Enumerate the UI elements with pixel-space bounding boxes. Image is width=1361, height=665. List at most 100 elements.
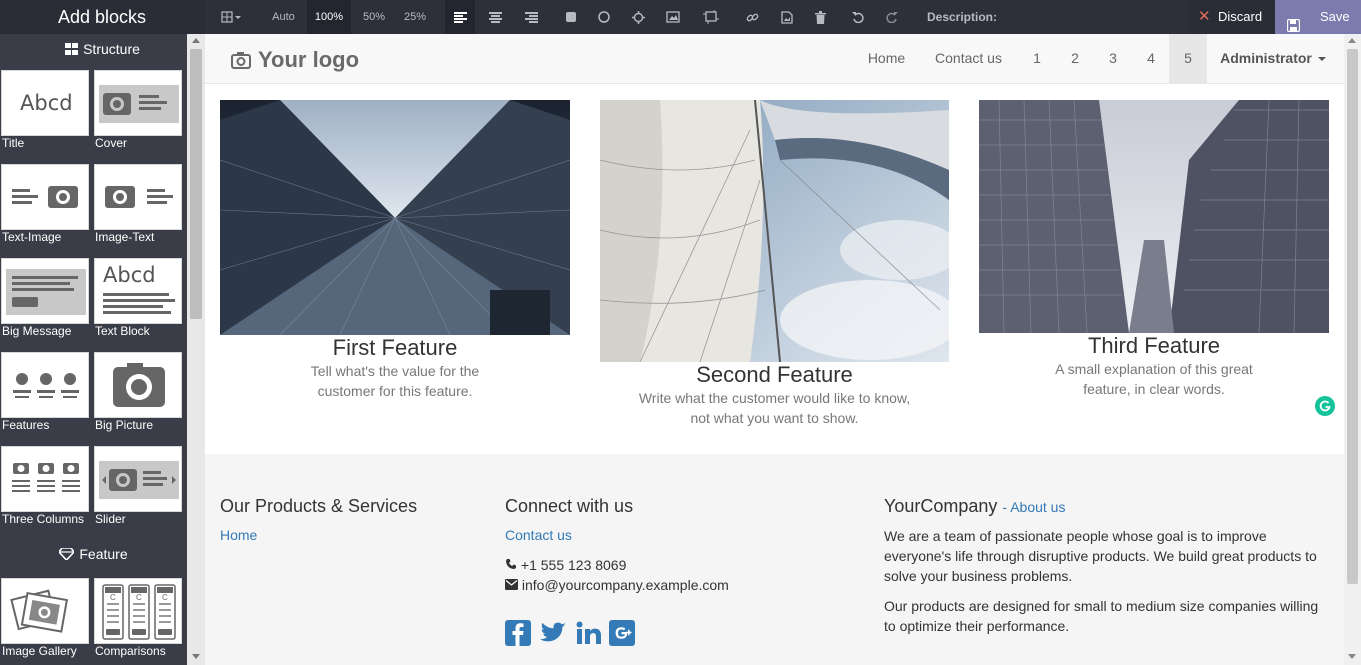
block-image-gallery[interactable]: Image Gallery [1,578,91,660]
size-auto-button[interactable]: Auto [266,0,301,34]
comparisons-thumb: C C C [94,578,182,644]
size-25-button[interactable]: 25% [397,0,433,34]
facebook-icon[interactable] [505,620,531,651]
grid-dropdown-icon [221,11,241,23]
block-title-label: Title [2,136,25,150]
delete-button[interactable] [805,0,835,34]
nav-page-5[interactable]: 5 [1169,34,1207,84]
footer-company: YourCompany - About us [884,496,1065,517]
size-50-button[interactable]: 50% [356,0,392,34]
scroll-down-arrow[interactable] [1348,654,1356,659]
camera-icon [231,49,251,75]
grammarly-icon[interactable] [1315,396,1335,416]
section-structure: Structure [0,34,205,68]
undo-button[interactable] [843,0,873,34]
feature-third-image[interactable] [979,100,1329,333]
nav-home[interactable]: Home [855,34,918,84]
block-image-text-label: Image-Text [95,230,155,244]
crop-button[interactable] [696,0,726,34]
redo-button[interactable] [877,0,907,34]
footer-phone: +1 555 123 8069 [505,555,626,575]
nav-contact-us[interactable]: Contact us [921,34,1016,84]
block-three-columns[interactable]: Three Columns [1,446,91,528]
grid-icon [65,35,79,65]
block-image-text[interactable]: Image-Text [94,164,184,246]
text-image-thumb [1,164,89,230]
block-cover[interactable]: Cover [94,70,184,152]
save-button[interactable]: Save [1275,0,1361,34]
twitter-icon[interactable] [539,620,567,651]
main-scrollbar[interactable] [1344,34,1361,665]
scroll-thumb[interactable] [190,49,202,319]
admin-menu[interactable]: Administrator [1213,34,1333,84]
nav-page-2[interactable]: 2 [1056,34,1094,84]
block-big-message[interactable]: Big Message [1,258,91,340]
feature-second-image[interactable] [600,100,949,362]
feature-first: First Feature Tell what's the value for … [220,100,570,400]
section-feature: Feature [0,539,187,573]
footer-about-paragraph-1: We are a team of passionate people whose… [884,526,1317,586]
grid-dropdown-button[interactable] [219,0,247,34]
panel-scrollbar[interactable] [187,34,205,665]
block-comparisons[interactable]: C C C Comparisons [94,578,184,660]
block-slider[interactable]: Slider [94,446,184,528]
envelope-icon [505,575,518,595]
block-big-picture[interactable]: Big Picture [94,352,184,434]
save-label: Save [1320,9,1350,24]
block-image-gallery-label: Image Gallery [2,644,77,658]
image-button[interactable] [658,0,688,34]
feature-third-desc: A small explanation of this great featur… [979,359,1329,399]
footer-home-link[interactable]: Home [220,527,257,543]
shape-square-button[interactable] [556,0,586,34]
block-three-columns-label: Three Columns [2,512,85,526]
align-center-button[interactable] [480,0,510,34]
feature-first-desc: Tell what's the value for the customer f… [220,361,570,401]
site-navbar: Your logo Home Contact us 1 2 3 4 5 Admi… [205,34,1344,84]
footer-connect-title: Connect with us [505,496,634,516]
shape-circle-button[interactable] [589,0,619,34]
feature-third: Third Feature A small explanation of thi… [979,100,1329,400]
undo-icon [852,12,864,24]
block-features[interactable]: Features [1,352,91,434]
site-logo[interactable]: Your logo [231,46,371,76]
footer-contact-link[interactable]: Contact us [505,527,572,543]
email-text: info@yourcompany.example.com [521,577,729,593]
block-text-image[interactable]: Text-Image [1,164,91,246]
align-left-button[interactable] [445,0,475,34]
feature-first-image[interactable] [220,100,570,335]
size-100-button[interactable]: 100% [307,0,351,34]
about-link[interactable]: - About us [1002,499,1065,515]
scroll-up-arrow[interactable] [192,38,200,43]
nav-page-4[interactable]: 4 [1132,34,1170,84]
footer-about-paragraph-2: Our products are designed for small to m… [884,596,1318,636]
scroll-up-arrow[interactable] [1348,38,1356,43]
discard-button[interactable]: ✕ Discard [1188,0,1275,34]
block-text-block[interactable]: Abcd Text Block [94,258,184,340]
align-right-button[interactable] [516,0,546,34]
media-button[interactable] [772,0,802,34]
block-comparisons-label: Comparisons [95,644,166,658]
feature-first-desc-line: Tell what's the value for the [310,363,480,379]
google-plus-icon[interactable] [609,620,635,651]
comparisons-thumb-glyph-3: C [162,593,168,602]
feature-second-desc: Write what the customer would like to kn… [600,388,949,428]
nav-page-1[interactable]: 1 [1018,34,1056,84]
block-title[interactable]: Abcd Title [1,70,91,152]
phone-text: +1 555 123 8069 [520,557,627,573]
features-thumb [1,352,89,418]
block-big-picture-label: Big Picture [95,418,154,432]
circle-icon [598,11,610,23]
file-image-icon [781,10,793,24]
align-right-icon [524,11,538,23]
shape-thumbnail-button[interactable] [623,0,653,34]
scroll-thumb[interactable] [1347,49,1358,584]
link-button[interactable] [737,0,767,34]
trash-icon [814,10,826,24]
chevron-down-icon [1317,57,1326,62]
big-message-thumb [1,258,89,324]
linkedin-icon[interactable] [575,620,603,651]
nav-page-3[interactable]: 3 [1094,34,1132,84]
description-label[interactable]: Description: [923,0,1001,34]
feature-second: Second Feature Write what the customer w… [600,100,949,430]
scroll-down-arrow[interactable] [192,654,200,659]
